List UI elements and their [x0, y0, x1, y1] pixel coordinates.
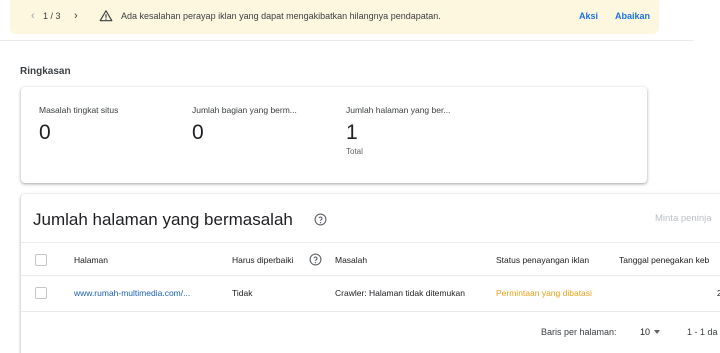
column-header-issue[interactable]: Masalah [335, 255, 367, 265]
metric-label: Jumlah halaman yang ber... [346, 105, 451, 115]
summary-card: Masalah tingkat situs 0 Jumlah bagian ya… [21, 87, 647, 183]
rows-per-page-select[interactable]: 10 [640, 327, 650, 337]
pagination-range: 1 - 1 da [687, 327, 718, 337]
warning-triangle-icon [99, 10, 113, 22]
metric-value: 0 [39, 121, 51, 144]
caret-down-icon[interactable] [654, 330, 660, 334]
divider [0, 40, 693, 41]
issues-table-card: Jumlah halaman yang bermasalah Minta pen… [21, 194, 720, 353]
column-header-must-fix[interactable]: Harus diperbaiki [232, 255, 293, 265]
banner-pager: 1 / 3 [43, 11, 61, 21]
banner-message: Ada kesalahan perayap iklan yang dapat m… [121, 11, 441, 21]
banner-dismiss-button[interactable]: Abaikan [615, 11, 650, 21]
metric-value: 0 [192, 121, 204, 144]
table-header: Halaman Harus diperbaiki Masalah Status … [21, 242, 720, 276]
request-review-button[interactable]: Minta peninja [655, 213, 712, 224]
column-header-enforcement-date[interactable]: Tanggal penegakan keb [619, 255, 709, 265]
select-all-checkbox[interactable] [35, 254, 47, 266]
chevron-right-icon[interactable]: › [74, 10, 78, 22]
chevron-left-icon[interactable]: ‹ [31, 10, 35, 22]
metric-sections[interactable]: Jumlah bagian yang berm... 0 [192, 105, 297, 144]
help-icon[interactable] [314, 213, 327, 226]
ad-status-value: Permintaan yang dibatasi [496, 288, 592, 298]
help-icon[interactable] [309, 253, 322, 266]
page-url-link[interactable]: www.rumah-multimedia.com/... [74, 288, 190, 298]
notification-banner: ‹ 1 / 3 › Ada kesalahan perayap iklan ya… [10, 0, 659, 34]
banner-action-button[interactable]: Aksi [579, 11, 598, 21]
metric-label: Masalah tingkat situs [39, 105, 119, 115]
table-row[interactable]: www.rumah-multimedia.com/... Tidak Crawl… [21, 276, 720, 312]
table-title: Jumlah halaman yang bermasalah [33, 210, 293, 229]
metric-sub-label: Total [346, 147, 363, 156]
must-fix-value: Tidak [232, 288, 253, 298]
column-header-ad-status[interactable]: Status penayangan iklan [496, 255, 589, 265]
rows-per-page-label: Baris per halaman: [541, 327, 617, 337]
metric-pages[interactable]: Jumlah halaman yang ber... 1 Total [346, 105, 450, 156]
metric-label: Jumlah bagian yang berm... [192, 105, 297, 115]
column-header-page[interactable]: Halaman [74, 255, 108, 265]
issue-value: Crawler: Halaman tidak ditemukan [335, 288, 465, 298]
metric-site-issues[interactable]: Masalah tingkat situs 0 [39, 105, 118, 144]
row-checkbox[interactable] [35, 287, 47, 299]
metric-value: 1 [346, 121, 358, 144]
summary-title: Ringkasan [20, 66, 71, 77]
